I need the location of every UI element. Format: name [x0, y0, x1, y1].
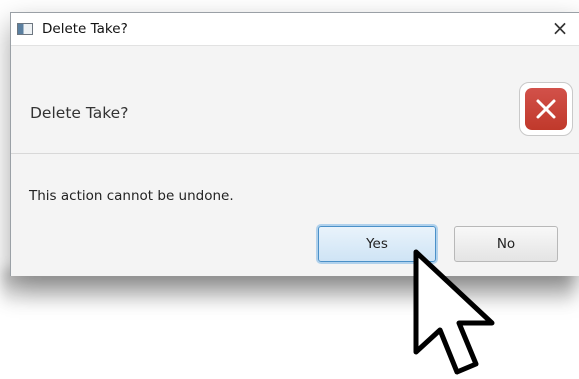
close-icon[interactable]: × [549, 17, 571, 39]
x-mark-icon [536, 99, 556, 119]
screen: Delete Take? × Delete Take? This action … [0, 0, 579, 379]
error-icon [525, 88, 567, 130]
dialog-header: Delete Take? [11, 45, 579, 154]
app-window-icon [17, 23, 33, 35]
error-icon-frame [519, 82, 573, 136]
mouse-pointer-icon [413, 249, 495, 375]
delete-take-dialog: Delete Take? × Delete Take? This action … [10, 12, 579, 276]
header-text: Delete Take? [30, 104, 129, 122]
content-message: This action cannot be undone. [29, 188, 234, 204]
title-bar[interactable]: Delete Take? × [11, 13, 579, 45]
window-title: Delete Take? [42, 21, 128, 37]
